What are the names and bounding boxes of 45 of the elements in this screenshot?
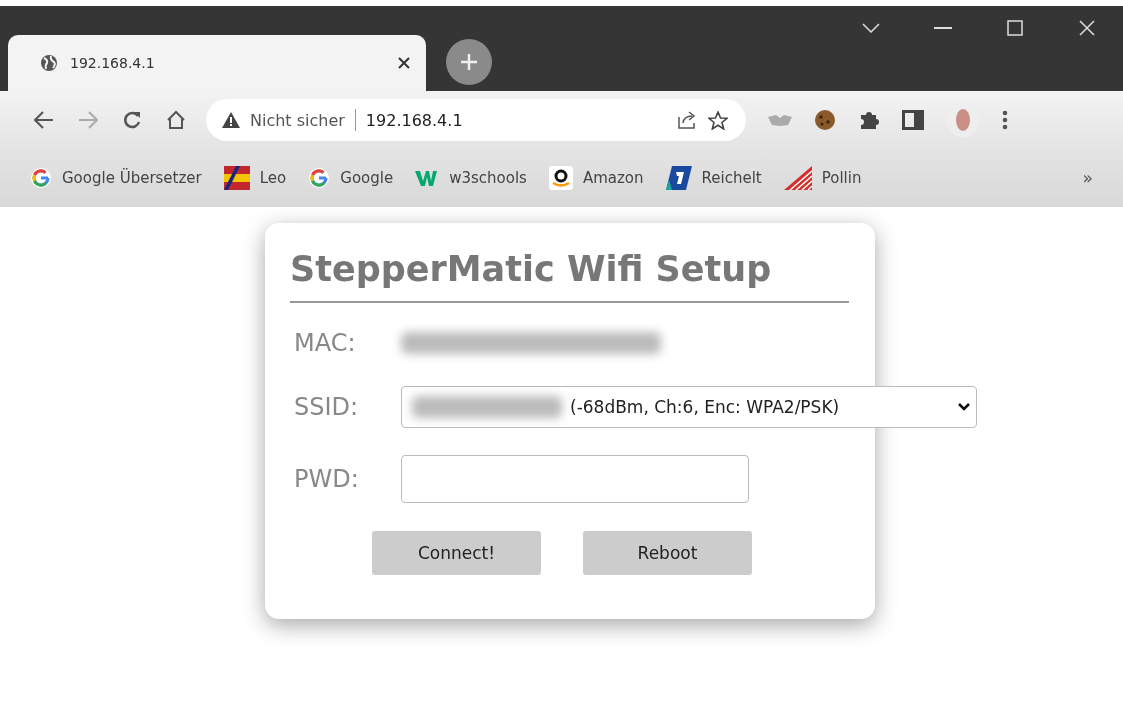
- field-label: PWD:: [293, 465, 360, 493]
- reload-icon[interactable]: [122, 110, 142, 130]
- bookmark-link[interactable]: w3schools: [415, 169, 527, 187]
- cookie-icon[interactable]: [814, 109, 836, 131]
- security-label: Nicht sicher: [250, 110, 345, 130]
- w3-icon: [415, 169, 440, 187]
- tab-title: 192.168.4.1: [70, 55, 156, 71]
- more-bookmarks[interactable]: »: [1082, 168, 1093, 188]
- puzzle-icon[interactable]: [858, 109, 880, 131]
- action-button[interactable]: Reboot: [583, 531, 752, 575]
- pollin-icon: [783, 166, 812, 190]
- google-icon: [308, 167, 331, 189]
- home-icon[interactable]: [166, 110, 186, 130]
- share-icon[interactable]: [678, 111, 698, 129]
- field-label: MAC:: [293, 329, 357, 357]
- side-panel-icon[interactable]: [902, 110, 924, 130]
- bookmark-link[interactable]: Leo: [223, 166, 287, 190]
- amazon-icon: [548, 166, 573, 190]
- chevron-down-icon[interactable]: [862, 23, 880, 33]
- star-icon[interactable]: [708, 110, 728, 130]
- address-bar[interactable]: Nicht sicher 192.168.4.1: [206, 99, 746, 141]
- globe-icon: [40, 54, 58, 72]
- bookmark-link[interactable]: Amazon: [548, 166, 644, 190]
- bookmark-link[interactable]: Google Übersetzer: [30, 167, 202, 189]
- card-title: StepperMatic Wifi Setup: [290, 249, 849, 303]
- caret-icon: [958, 403, 970, 411]
- menu-icon[interactable]: [1002, 110, 1008, 130]
- plus-icon: [459, 52, 479, 72]
- reichelt-icon: [665, 166, 692, 190]
- warning-icon: [222, 112, 240, 128]
- bookmark-link[interactable]: Google: [308, 167, 394, 189]
- back-icon[interactable]: [34, 111, 54, 129]
- new-tab-button[interactable]: [446, 39, 492, 85]
- maximize-icon[interactable]: [1007, 20, 1023, 36]
- bookmark-link[interactable]: Reichelt: [665, 166, 762, 190]
- browser-tab[interactable]: 192.168.4.1: [8, 35, 426, 91]
- action-button[interactable]: Connect!: [372, 531, 541, 575]
- url-text: 192.168.4.1: [365, 110, 464, 130]
- google-icon: [30, 167, 52, 189]
- password-field[interactable]: [401, 455, 749, 503]
- bookmark-link[interactable]: Pollin: [783, 166, 862, 190]
- close-icon[interactable]: [398, 57, 410, 69]
- ssid-select[interactable]: (-68dBm, Ch:6, Enc: WPA2/PSK): [401, 386, 977, 428]
- flag-icon: [223, 166, 250, 190]
- field-label: SSID:: [293, 393, 360, 421]
